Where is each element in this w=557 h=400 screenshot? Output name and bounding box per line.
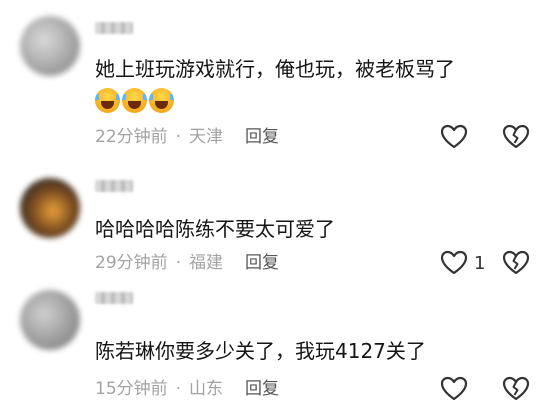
heart-outline-icon — [440, 124, 468, 150]
comment-item: 哈哈哈哈陈练不要太可爱了 29分钟前 · 福建 回复 1 — [0, 170, 557, 300]
reply-button[interactable]: 回复 — [245, 252, 279, 274]
like-button[interactable]: 1 — [440, 250, 485, 276]
comment-time: 29分钟前 — [95, 253, 168, 273]
username-blurred[interactable] — [95, 180, 133, 192]
reply-button[interactable]: 回复 — [245, 378, 279, 400]
broken-heart-icon[interactable] — [502, 376, 530, 400]
comment-meta-row: 15分钟前 · 山东 回复 — [0, 374, 557, 400]
laughing-crying-emoji — [95, 88, 120, 113]
emoji-row — [95, 88, 174, 113]
like-button[interactable] — [440, 124, 474, 150]
comment-time: 15分钟前 — [95, 379, 168, 399]
comment-meta: 15分钟前 · 山东 回复 — [95, 378, 279, 400]
comment-text: 哈哈哈哈陈练不要太可爱了 — [95, 217, 335, 241]
like-count: 1 — [474, 252, 486, 274]
laughing-crying-emoji — [149, 88, 174, 113]
comment-meta: 22分钟前 · 天津 回复 — [95, 126, 279, 148]
laughing-crying-emoji — [122, 88, 147, 113]
meta-separator: · — [175, 127, 182, 147]
broken-heart-icon[interactable] — [502, 124, 530, 150]
comment-text: 陈若琳你要多少关了，我玩4127关了 — [95, 339, 426, 363]
comment-list: 她上班玩游戏就行，俺也玩，被老板骂了 22分钟前 · 天津 回复 哈哈哈哈陈练不… — [0, 0, 557, 400]
comment-location: 福建 — [189, 253, 224, 273]
avatar[interactable] — [20, 178, 80, 238]
heart-outline-icon — [440, 250, 468, 276]
avatar[interactable] — [20, 290, 80, 350]
comment-text: 她上班玩游戏就行，俺也玩，被老板骂了 — [95, 57, 455, 81]
comment-meta: 29分钟前 · 福建 回复 — [95, 252, 279, 274]
broken-heart-icon[interactable] — [502, 250, 530, 276]
comment-item: 她上班玩游戏就行，俺也玩，被老板骂了 22分钟前 · 天津 回复 — [0, 0, 557, 149]
meta-separator: · — [175, 253, 182, 273]
meta-separator: · — [175, 379, 182, 399]
reply-button[interactable]: 回复 — [245, 126, 279, 148]
comment-time: 22分钟前 — [95, 127, 168, 147]
comment-item: 陈若琳你要多少关了，我玩4127关了 15分钟前 · 山东 回复 — [0, 290, 557, 400]
username-blurred[interactable] — [95, 292, 133, 304]
comment-meta-row: 22分钟前 · 天津 回复 — [0, 122, 557, 152]
comment-location: 山东 — [189, 379, 224, 399]
username-blurred[interactable] — [95, 22, 133, 34]
comment-meta-row: 29分钟前 · 福建 回复 1 — [0, 248, 557, 278]
avatar[interactable] — [20, 16, 80, 76]
like-button[interactable] — [440, 376, 474, 400]
heart-outline-icon — [440, 376, 468, 400]
comment-location: 天津 — [189, 127, 224, 147]
